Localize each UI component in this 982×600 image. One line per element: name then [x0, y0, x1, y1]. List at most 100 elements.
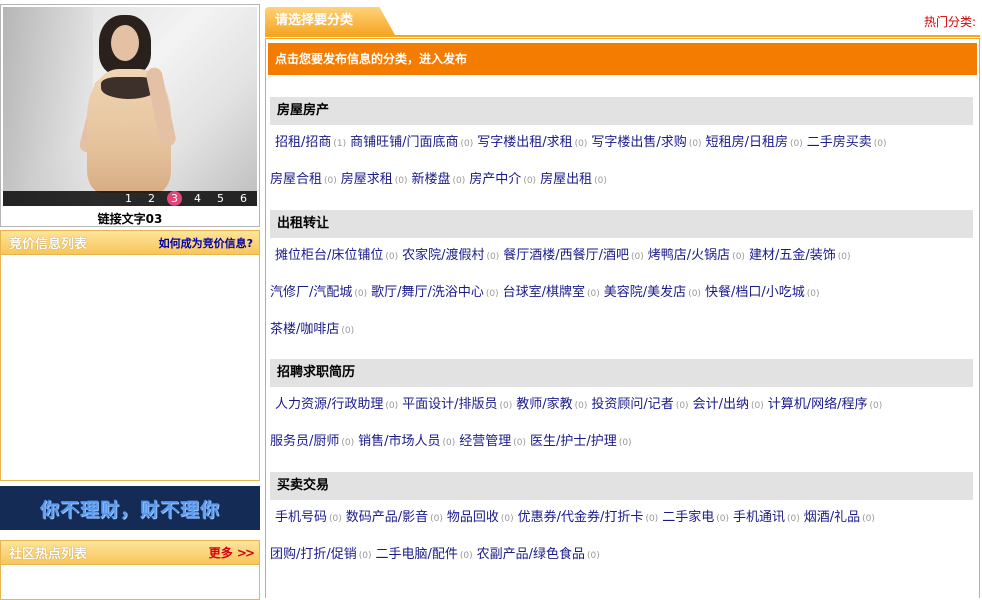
category-section-housing: 房屋房产 招租/招商 (1) 商铺旺铺/门面底商 (0) 写字楼出租/求租 (0) 写字楼出…	[270, 97, 973, 199]
category-link-count: (0)	[329, 514, 342, 524]
category-link[interactable]: 新楼盘 (0)	[412, 172, 466, 187]
category-link[interactable]: 建材/五金/装饰 (0)	[749, 248, 851, 263]
category-link[interactable]: 平面设计/排版员 (0)	[402, 397, 512, 412]
category-link-row: 汽修厂/汽配城 (0) 歌厅/舞厅/洗浴中心 (0) 台球室/棋牌室 (0) 美容院/美发店…	[270, 275, 973, 312]
category-link[interactable]: 会计/出纳 (0)	[693, 397, 764, 412]
category-link-label: 商铺旺铺/门面底商	[350, 135, 459, 150]
category-link-label: 手机通讯	[732, 510, 785, 525]
community-hot-title: 社区热点列表	[9, 547, 88, 562]
category-panel: 请选择要分类 热门分类: 点击您要发布信息的分类，进入发布 房屋房产 招租/招商…	[265, 5, 980, 598]
category-link-count: (0)	[675, 401, 689, 411]
category-title: 买卖交易	[270, 472, 973, 500]
finance-banner[interactable]: 你不理财，财不理你	[0, 486, 260, 530]
category-link[interactable]: 写字楼出租/求租 (0)	[477, 135, 587, 150]
category-link[interactable]: 房产中介 (0)	[469, 172, 536, 187]
pager-button-3-active[interactable]: 3	[167, 191, 182, 206]
pager-button-6[interactable]: 6	[236, 191, 251, 206]
category-link[interactable]: 计算机/网络/程序 (0)	[768, 397, 883, 412]
category-link[interactable]: 二手电脑/配件 (0)	[376, 547, 473, 562]
category-links: 手机号码 (0) 数码产品/影音 (0) 物品回收 (0) 优惠券/代金券/打折卡 (0) 二手…	[270, 500, 973, 574]
pager-button-2[interactable]: 2	[144, 191, 159, 206]
category-link-label: 写字楼出租/求租	[477, 135, 573, 150]
category-link[interactable]: 招租/招商 (1)	[275, 135, 346, 150]
category-link-label: 农副产品/绿色食品	[476, 547, 586, 562]
category-link[interactable]: 手机通讯 (0)	[733, 510, 800, 525]
category-link[interactable]: 房屋出租 (0)	[540, 172, 607, 187]
category-link[interactable]: 餐厅酒楼/西餐厅/酒吧 (0)	[503, 248, 644, 263]
category-link[interactable]: 房屋合租 (0)	[270, 172, 337, 187]
category-link-count: (0)	[460, 139, 474, 149]
pager-button-5[interactable]: 5	[213, 191, 228, 206]
category-link-count: (0)	[486, 252, 500, 262]
category-link-count: (0)	[452, 176, 466, 186]
category-link-label: 汽修厂/汽配城	[270, 285, 353, 300]
category-link-row: 房屋合租 (0) 房屋求租 (0) 新楼盘 (0) 房产中介 (0) 房屋出租 (0)	[270, 162, 973, 199]
category-link-label: 经营管理	[459, 434, 512, 449]
more-link[interactable]: 更多 >>	[209, 544, 255, 561]
category-link-count: (0)	[574, 139, 588, 149]
category-link[interactable]: 团购/打折/促销 (0)	[270, 547, 372, 562]
category-link[interactable]: 摊位柜台/床位铺位 (0)	[275, 248, 398, 263]
category-link[interactable]: 烤鸭店/火锅店 (0)	[648, 248, 745, 263]
category-link-count: (0)	[341, 438, 355, 448]
category-link[interactable]: 物品回收 (0)	[447, 510, 514, 525]
category-link[interactable]: 烟酒/礼品 (0)	[804, 510, 875, 525]
category-link[interactable]: 写字楼出售/求购 (0)	[591, 135, 701, 150]
publish-notice-bar: 点击您要发布信息的分类，进入发布	[268, 43, 977, 75]
category-link-label: 计算机/网络/程序	[767, 397, 868, 412]
category-link[interactable]: 医生/护士/护理 (0)	[530, 434, 632, 449]
category-link-count: (0)	[442, 438, 456, 448]
category-link-label: 数码产品/影音	[345, 510, 429, 525]
slideshow-photo[interactable]	[3, 7, 257, 206]
category-link[interactable]: 教师/家教 (0)	[516, 397, 587, 412]
category-link-count: (0)	[837, 252, 851, 262]
category-link-count: (0)	[732, 252, 745, 262]
category-link[interactable]: 茶楼/咖啡店 (0)	[270, 322, 354, 337]
bid-info-title: 竞价信息列表	[9, 237, 88, 252]
category-link[interactable]: 投资顾问/记者 (0)	[591, 397, 688, 412]
select-category-tab-label: 请选择要分类	[275, 13, 354, 28]
category-link[interactable]: 商铺旺铺/门面底商 (0)	[350, 135, 473, 150]
category-link-count: (0)	[394, 176, 408, 186]
category-link-label: 摊位柜台/床位铺位	[275, 248, 384, 263]
category-link[interactable]: 手机号码 (0)	[275, 510, 342, 525]
category-section-trading: 买卖交易 手机号码 (0) 数码产品/影音 (0) 物品回收 (0) 优惠券/代金券/打折卡…	[270, 472, 973, 574]
pager-button-1[interactable]: 1	[121, 191, 136, 206]
category-link-label: 快餐/档口/小吃城	[704, 285, 805, 300]
category-link-label: 招租/招商	[275, 135, 332, 150]
category-link-count: (0)	[688, 139, 702, 149]
category-link-label: 房屋出租	[540, 172, 593, 187]
community-hot-header: 社区热点列表 更多 >>	[1, 541, 259, 565]
category-link-count: (0)	[459, 551, 473, 561]
category-link[interactable]: 歌厅/舞厅/洗浴中心 (0)	[371, 285, 499, 300]
category-link[interactable]: 销售/市场人员 (0)	[358, 434, 455, 449]
category-link-count: (0)	[341, 326, 355, 336]
category-link[interactable]: 汽修厂/汽配城 (0)	[270, 285, 367, 300]
category-link[interactable]: 美容院/美发店 (0)	[604, 285, 701, 300]
category-link-count: (0)	[587, 551, 600, 561]
category-link-label: 新楼盘	[411, 172, 451, 187]
category-link[interactable]: 优惠券/代金券/打折卡 (0)	[518, 510, 659, 525]
select-category-tab[interactable]: 请选择要分类	[265, 7, 395, 35]
category-link[interactable]: 房屋求租 (0)	[341, 172, 408, 187]
become-bidder-link[interactable]: 如何成为竞价信息?	[159, 235, 253, 251]
category-link-count: (0)	[873, 139, 887, 149]
category-link[interactable]: 数码产品/影音 (0)	[346, 510, 443, 525]
category-link[interactable]: 人力资源/行政助理 (0)	[275, 397, 398, 412]
category-link[interactable]: 农家院/渡假村 (0)	[402, 248, 499, 263]
pager-button-4[interactable]: 4	[190, 191, 205, 206]
category-link-count: (0)	[385, 252, 399, 262]
photo-figure-face	[111, 25, 139, 61]
category-link[interactable]: 快餐/档口/小吃城 (0)	[705, 285, 820, 300]
category-link[interactable]: 农副产品/绿色食品 (0)	[477, 547, 600, 562]
image-slideshow[interactable]: 1 2 3 4 5 6 链接文字03	[0, 4, 260, 227]
category-link[interactable]: 二手房买卖 (0)	[807, 135, 887, 150]
category-link[interactable]: 短租房/日租房 (0)	[706, 135, 803, 150]
slideshow-caption-link[interactable]: 链接文字03	[1, 210, 259, 227]
category-link-label: 团购/打折/促销	[270, 547, 357, 562]
category-link[interactable]: 经营管理 (0)	[459, 434, 526, 449]
category-link[interactable]: 二手家电 (0)	[662, 510, 729, 525]
category-link-label: 美容院/美发店	[603, 285, 687, 300]
category-link[interactable]: 服务员/厨师 (0)	[270, 434, 354, 449]
category-link[interactable]: 台球室/棋牌室 (0)	[503, 285, 600, 300]
